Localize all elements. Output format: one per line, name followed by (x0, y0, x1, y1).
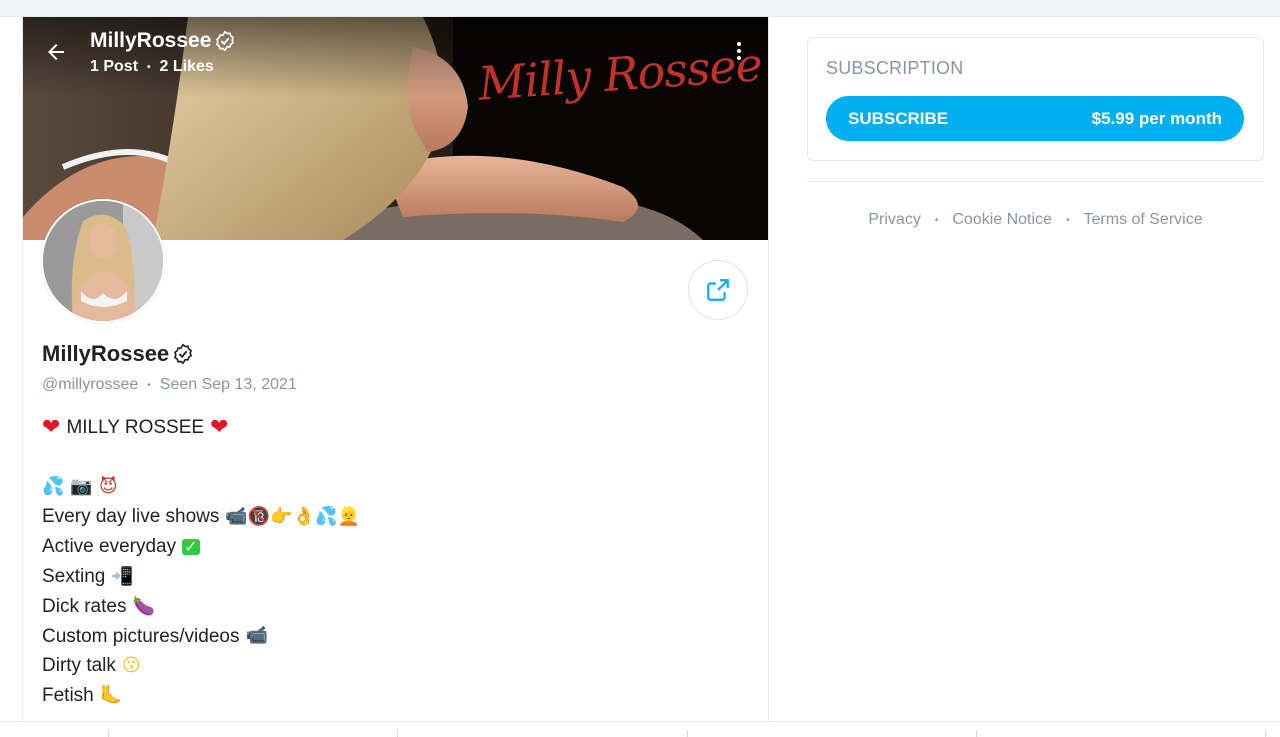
more-vertical-icon (737, 42, 741, 46)
bio-title: MILLY ROSSEE (66, 417, 205, 438)
share-button[interactable] (688, 260, 748, 320)
top-strip (0, 0, 1280, 17)
like-count: 2 Likes (159, 58, 214, 75)
post-count: 1 Post (90, 58, 139, 75)
bio-line: Every day live shows 📹🔞👉👌💦👱 (42, 506, 360, 528)
bio-line: Dick rates 🍆 (42, 595, 155, 617)
eggplant-icon: 🍆 (132, 595, 155, 617)
verified-icon (216, 30, 235, 52)
separator-dot: • (1065, 214, 1070, 226)
bio-title-line: ❤ MILLY ROSSEE ❤ (42, 413, 360, 443)
bio-line: Custom pictures/videos 📹 (42, 625, 268, 647)
bio-line: Dirty talk 😗 (42, 655, 141, 677)
bottom-divider (0, 721, 1280, 722)
verified-icon (174, 343, 193, 365)
bio-line: Active everyday ✓ (42, 536, 200, 558)
heart-icon: ❤ (210, 414, 229, 440)
separator-dot: • (147, 61, 151, 73)
back-button[interactable] (41, 37, 71, 67)
bio-line: Fetish 🦶 (42, 685, 123, 707)
cover-stats: 1 Post • 2 Likes (90, 58, 214, 76)
subscribe-price: $5.99 per month (1091, 108, 1222, 128)
profile-column: Milly Rossee MillyRossee 1 Post • 2 Like… (22, 17, 769, 721)
terms-link[interactable]: Terms of Service (1083, 211, 1202, 229)
bottom-tick (976, 730, 977, 737)
back-arrow-icon (48, 44, 64, 60)
camera-icon: 📷 (70, 476, 93, 498)
cover-username: MillyRossee (90, 29, 236, 53)
footer-links: Privacy • Cookie Notice • Terms of Servi… (807, 211, 1264, 229)
profile-handle: @millyrossee (42, 376, 139, 393)
subscribe-button[interactable]: SUBSCRIBE $5.99 per month (826, 96, 1244, 141)
bio-emoji-line: 💦 📷 😈 (42, 473, 360, 503)
droplets-icon: 💦 (42, 476, 65, 498)
subscribe-label: SUBSCRIBE (848, 108, 949, 128)
privacy-link[interactable]: Privacy (868, 211, 920, 229)
more-options-button[interactable] (729, 39, 749, 63)
avatar[interactable] (41, 199, 165, 323)
profile-handle-row: @millyrossee • Seen Sep 13, 2021 (42, 376, 297, 394)
profile-name-text: MillyRossee (42, 341, 170, 366)
foot-icon: 🦶 (99, 685, 123, 707)
video-camera-icon: 📹 (245, 625, 268, 647)
bottom-tick (108, 730, 109, 737)
subscription-title: SUBSCRIPTION (826, 58, 964, 78)
bottom-tick (397, 730, 398, 737)
video-camera-icon: 📹🔞👉👌💦👱 (225, 506, 360, 528)
cover-username-text: MillyRossee (90, 29, 212, 52)
profile-name: MillyRossee (42, 341, 194, 367)
cookie-notice-link[interactable]: Cookie Notice (952, 211, 1052, 229)
bottom-tick (687, 730, 688, 737)
phone-icon: 📲 (111, 565, 134, 587)
subscription-card: SUBSCRIPTION SUBSCRIBE $5.99 per month (807, 37, 1264, 161)
sidebar-divider (807, 181, 1264, 182)
separator-dot: • (147, 379, 151, 391)
devil-icon: 😈 (98, 476, 118, 498)
separator-dot: • (934, 214, 939, 226)
heart-icon: ❤ (42, 414, 61, 440)
bottom-tick (1265, 730, 1266, 737)
last-seen: Seen Sep 13, 2021 (159, 376, 297, 393)
bio-blank-line (42, 443, 360, 473)
bio-line: Sexting 📲 (42, 565, 134, 587)
profile-bio: ❤ MILLY ROSSEE ❤ 💦 📷 😈 Every day live sh… (42, 413, 360, 711)
check-icon: ✓ (182, 537, 200, 557)
kiss-face-icon: 😗 (121, 655, 141, 677)
share-icon (707, 279, 729, 301)
cover-image: Milly Rossee MillyRossee 1 Post • 2 Like… (23, 17, 768, 240)
